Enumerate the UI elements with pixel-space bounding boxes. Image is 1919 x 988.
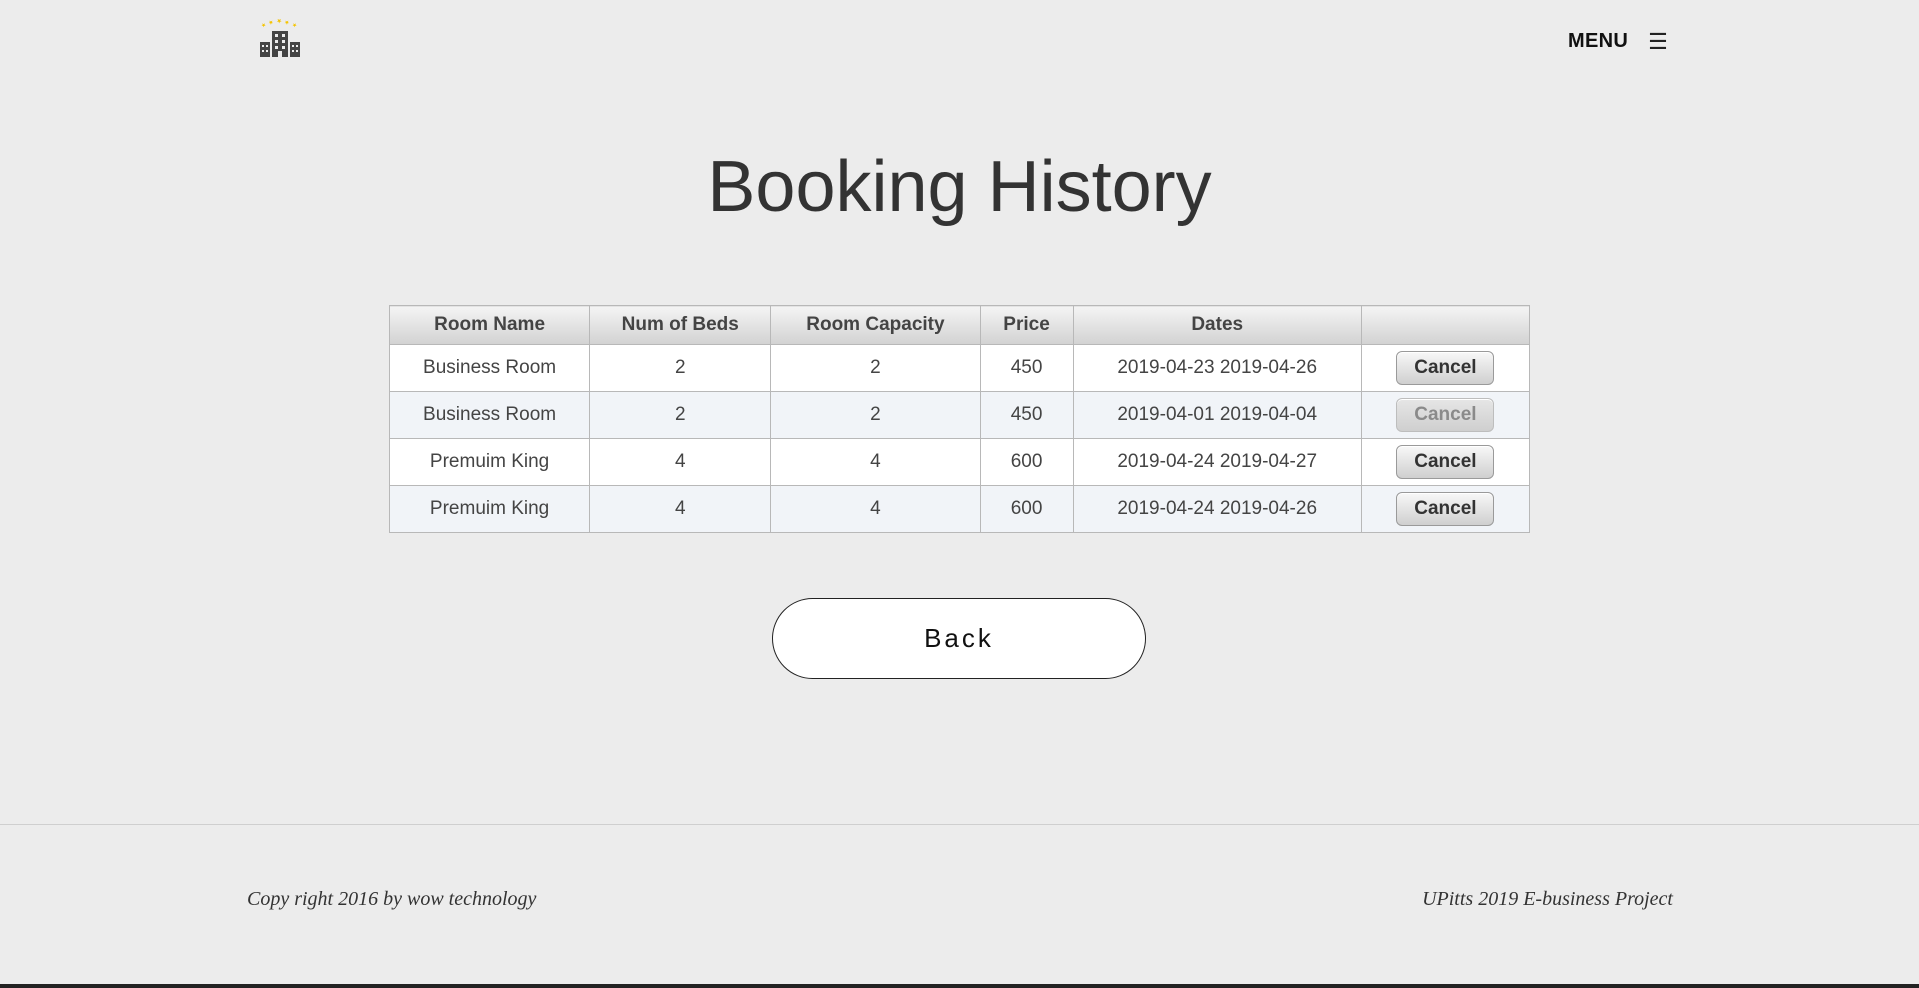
back-button[interactable]: Back [772, 598, 1146, 679]
room-capacity-cell: 4 [770, 438, 981, 486]
hotel-buildings-icon[interactable] [258, 18, 302, 58]
price-cell: 600 [979, 485, 1074, 533]
menu-button[interactable]: MENU ☰ [1568, 30, 1668, 53]
booking-history-table: Room Name Num of Beds Room Capacity Pric… [388, 305, 1531, 533]
table-row: Business Room 2 2 450 2019-04-01 2019-04… [388, 391, 1531, 439]
action-cell: Cancel [1360, 485, 1531, 533]
column-header-room-name: Room Name [388, 305, 591, 345]
dates-cell: 2019-04-23 2019-04-26 [1072, 344, 1362, 392]
dates-cell: 2019-04-01 2019-04-04 [1072, 391, 1362, 439]
room-name-cell: Premuim King [388, 438, 591, 486]
dates-cell: 2019-04-24 2019-04-27 [1072, 438, 1362, 486]
price-cell: 600 [979, 438, 1074, 486]
footer-project-credit: UPitts 2019 E-business Project [1422, 888, 1673, 910]
column-header-room-capacity: Room Capacity [770, 305, 981, 345]
booking-table-container: Room Name Num of Beds Room Capacity Pric… [388, 305, 1531, 533]
table-row: Business Room 2 2 450 2019-04-23 2019-04… [388, 344, 1531, 392]
room-capacity-cell: 2 [770, 344, 981, 392]
column-header-price: Price [979, 305, 1074, 345]
table-row: Premuim King 4 4 600 2019-04-24 2019-04-… [388, 485, 1531, 533]
bottom-border [0, 984, 1919, 988]
cancel-button[interactable]: Cancel [1396, 445, 1495, 479]
cancel-button[interactable]: Cancel [1396, 351, 1495, 385]
footer-divider [0, 824, 1919, 825]
cancel-button[interactable]: Cancel [1396, 492, 1495, 526]
column-header-action [1360, 305, 1531, 345]
footer-copyright: Copy right 2016 by wow technology [247, 888, 537, 910]
hamburger-icon: ☰ [1648, 28, 1668, 54]
header: MENU ☰ [0, 0, 1919, 90]
action-cell: Cancel [1360, 438, 1531, 486]
menu-label: MENU [1568, 30, 1629, 52]
action-cell: Cancel [1360, 391, 1531, 439]
action-cell: Cancel [1360, 344, 1531, 392]
room-name-cell: Premuim King [388, 485, 591, 533]
num-beds-cell: 4 [589, 485, 772, 533]
num-beds-cell: 2 [589, 344, 772, 392]
page-title: Booking History [707, 147, 1212, 227]
column-header-dates: Dates [1072, 305, 1362, 345]
room-capacity-cell: 2 [770, 391, 981, 439]
room-name-cell: Business Room [388, 344, 591, 392]
price-cell: 450 [979, 391, 1074, 439]
column-header-num-of-beds: Num of Beds [589, 305, 772, 345]
room-capacity-cell: 4 [770, 485, 981, 533]
table-header-row: Room Name Num of Beds Room Capacity Pric… [388, 305, 1531, 345]
room-name-cell: Business Room [388, 391, 591, 439]
cancel-button-disabled: Cancel [1396, 398, 1495, 432]
price-cell: 450 [979, 344, 1074, 392]
dates-cell: 2019-04-24 2019-04-26 [1072, 485, 1362, 533]
num-beds-cell: 4 [589, 438, 772, 486]
table-row: Premuim King 4 4 600 2019-04-24 2019-04-… [388, 438, 1531, 486]
num-beds-cell: 2 [589, 391, 772, 439]
